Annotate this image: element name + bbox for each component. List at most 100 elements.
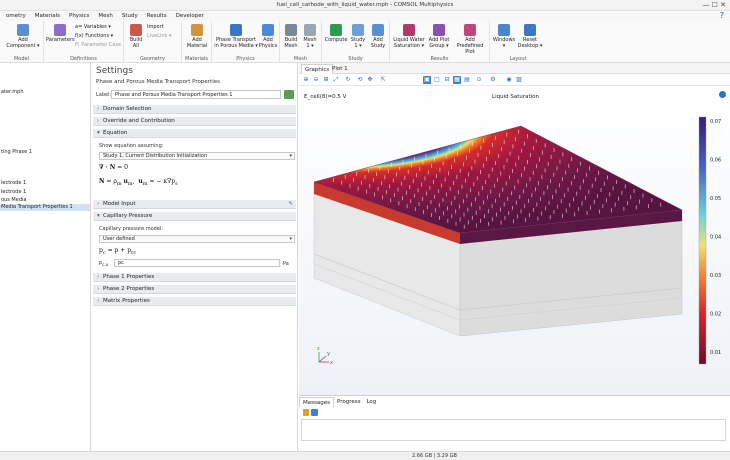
tree-item[interactable]: lectrode 1 — [0, 180, 26, 187]
study-1-button[interactable]: Study 1 ▾ — [349, 24, 367, 49]
menu-physics[interactable]: Physics — [65, 11, 94, 21]
study-select[interactable]: Study 1, Current Distribution Initializa… — [99, 152, 295, 160]
tree-item-selected[interactable]: Media Transport Properties 1 — [0, 204, 90, 211]
colorbar-tick-label: 0.05 — [710, 196, 721, 202]
parameters-button[interactable]: Parameters — [46, 24, 75, 43]
section-matrix[interactable]: › Matrix Properties — [93, 297, 296, 306]
deselect-icon[interactable]: ▤ — [463, 76, 471, 84]
study-icon — [352, 24, 364, 36]
tree-item[interactable]: lectrode 1 — [0, 189, 26, 196]
select-edge-icon[interactable]: ⊟ — [443, 76, 451, 84]
print-icon[interactable]: ▨ — [515, 76, 523, 84]
group-label-geometry: Geometry — [140, 56, 165, 62]
ribbon-group-layout: Windows ▾ Reset Desktop ▾ Layout — [490, 21, 546, 63]
liquid-water-saturation-button[interactable]: Liquid Water Saturation ▾ — [392, 24, 426, 49]
colorbar — [698, 116, 707, 365]
phase-transport-icon — [230, 24, 242, 36]
select-icon[interactable]: ⇱ — [379, 76, 387, 84]
zoom-extents-icon[interactable]: ⤢ — [332, 76, 340, 84]
section-model-input[interactable]: › Model Input ✎ — [93, 200, 296, 209]
add-component-button[interactable]: Add Component ▾ — [6, 24, 40, 49]
menu-materials[interactable]: Materials — [31, 11, 65, 21]
parameter-case-button[interactable]: P| Parameter Case — [75, 42, 121, 48]
ribbon-group-mesh: Build Mesh Mesh 1 ▾ Mesh — [280, 21, 322, 63]
ribbon-group-model: Add Component ▾ Model — [0, 21, 44, 63]
select-boundary-icon[interactable]: □ — [433, 76, 441, 84]
lock-icon[interactable]: ⊙ — [475, 76, 483, 84]
group-label-definitions: Definitions — [70, 56, 97, 62]
add-material-button[interactable]: Add Material — [184, 24, 210, 49]
material-icon — [191, 24, 203, 36]
menu-mesh[interactable]: Mesh — [94, 11, 117, 21]
plot-group-icon — [403, 24, 415, 36]
orbit-icon[interactable]: ⟲ — [356, 76, 364, 84]
select-domain-icon[interactable]: ▣ — [423, 76, 431, 84]
colorbar-tick-label: 0.01 — [710, 350, 721, 356]
tab-messages[interactable]: Messages — [299, 397, 334, 407]
label-field[interactable]: Phase and Porous Media Transport Propert… — [111, 90, 281, 99]
tab-progress[interactable]: Progress — [334, 397, 363, 407]
zoom-out-icon[interactable]: ⊖ — [312, 76, 320, 84]
pc-input-field[interactable]: pc — [114, 259, 280, 267]
pencil-icon[interactable]: ✎ — [288, 200, 293, 209]
menu-developer[interactable]: Developer — [172, 11, 209, 21]
graphics-canvas[interactable]: E_cell(8)=0.5 V Liquid Saturation z x y … — [299, 86, 730, 395]
add-plot-group-button[interactable]: Add Plot Group ▾ — [427, 24, 451, 49]
reset-desktop-icon — [524, 24, 536, 36]
view-icon[interactable]: ↻ — [344, 76, 352, 84]
tab-log[interactable]: Log — [363, 397, 379, 407]
chevron-down-icon: ▾ — [289, 153, 292, 159]
menu-study[interactable]: Study — [118, 11, 143, 21]
build-all-icon — [130, 24, 142, 36]
import-button[interactable]: Import — [147, 24, 164, 30]
show-more-icon[interactable] — [311, 409, 318, 416]
equation-capillary: pc = p + prc — [99, 247, 137, 257]
colorbar-tick-label: 0.07 — [710, 119, 721, 125]
group-label-results: Results — [430, 56, 449, 62]
build-mesh-button[interactable]: Build Mesh — [282, 24, 300, 49]
camera-icon[interactable]: ◉ — [505, 76, 513, 84]
predefined-plot-icon — [464, 24, 476, 36]
compute-button[interactable]: Compute — [324, 24, 348, 43]
phase-transport-button[interactable]: Phase Transport in Porous Media ▾ — [214, 24, 258, 49]
add-physics-button[interactable]: Add Physics — [258, 24, 278, 49]
add-predefined-plot-button[interactable]: Add Predefined Plot — [452, 24, 488, 55]
menu-results[interactable]: Results — [143, 11, 172, 21]
tab-plot-1[interactable]: Plot 1 — [329, 64, 351, 74]
functions-button[interactable]: f(x) Functions ▾ — [75, 33, 113, 39]
build-all-button[interactable]: Build All — [126, 24, 146, 49]
help-icon[interactable]: ? — [720, 11, 724, 20]
pc-unit: Pa — [283, 261, 289, 267]
pan-icon[interactable]: ✥ — [366, 76, 374, 84]
select-point-icon[interactable]: ▦ — [453, 76, 461, 84]
menu-geometry[interactable]: ometry — [2, 11, 31, 21]
tree-item[interactable]: ous Media — [0, 197, 26, 204]
section-phase1[interactable]: › Phase 1 Properties — [93, 273, 296, 282]
capillary-model-select[interactable]: User defined ▾ — [99, 235, 295, 243]
section-phase2[interactable]: › Phase 2 Properties — [93, 285, 296, 294]
tree-item[interactable]: ting Phase 1 — [0, 149, 32, 156]
settings-icon[interactable]: ⚙ — [489, 76, 497, 84]
ribbon-group-physics: Phase Transport in Porous Media ▾ Add Ph… — [212, 21, 280, 63]
add-study-icon — [372, 24, 384, 36]
tree-item[interactable]: ater.mph — [0, 89, 24, 96]
label-apply-icon[interactable] — [284, 90, 294, 99]
zoom-in-icon[interactable]: ⊕ — [302, 76, 310, 84]
reset-desktop-button[interactable]: Reset Desktop ▾ — [517, 24, 543, 49]
zoom-box-icon[interactable]: ⊞ — [322, 76, 330, 84]
window-controls[interactable]: — ☐ ✕ — [702, 1, 726, 9]
mesh-1-button[interactable]: Mesh 1 ▾ — [301, 24, 319, 49]
colorbar-tick-label: 0.02 — [710, 312, 721, 318]
group-label-layout: Layout — [509, 56, 527, 62]
add-study-button[interactable]: Add Study — [368, 24, 388, 49]
section-equation[interactable]: ▾ Equation — [93, 129, 296, 138]
windows-button[interactable]: Windows ▾ — [492, 24, 516, 49]
variables-button[interactable]: a= Variables ▾ — [75, 24, 111, 30]
section-capillary-pressure[interactable]: ▾ Capillary Pressure — [93, 212, 296, 221]
section-override[interactable]: › Override and Contribution — [93, 117, 296, 126]
livelink-button[interactable]: LiveLink ▾ — [147, 33, 172, 39]
label-caption: Label: — [96, 92, 112, 98]
clear-messages-icon[interactable] — [303, 409, 309, 416]
graphics-window: Graphics Plot 1 ⊕ ⊖ ⊞ ⤢ ↻ ⟲ ✥ ⇱ ▣ □ ⊟ ▦ … — [299, 63, 730, 395]
section-domain-selection[interactable]: › Domain Selection — [93, 105, 296, 114]
